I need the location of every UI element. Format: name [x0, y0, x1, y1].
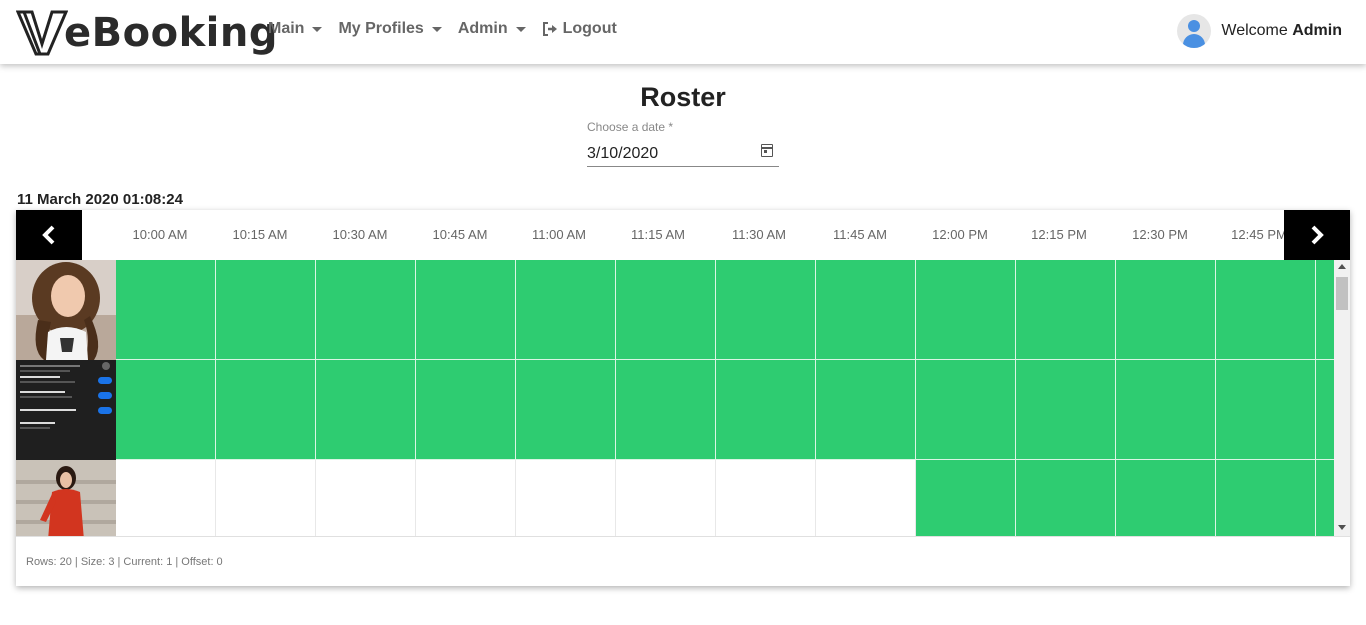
roster-slot[interactable] — [1016, 360, 1116, 460]
roster-slot[interactable] — [116, 460, 216, 536]
top-navbar: eBooking Main My Profiles Admin Logout W… — [0, 0, 1366, 64]
roster-slot[interactable] — [216, 460, 316, 536]
date-input[interactable] — [587, 140, 779, 167]
profile-photo-settings-screenshot[interactable] — [16, 360, 116, 460]
roster-slot[interactable] — [116, 260, 216, 360]
profile-photo-woman-brown-hair[interactable] — [16, 260, 116, 360]
roster-slot[interactable] — [1016, 260, 1116, 360]
pagination-info: Rows: 20 | Size: 3 | Current: 1 | Offset… — [26, 556, 223, 568]
roster-slot[interactable] — [1316, 260, 1334, 360]
chevron-down-icon — [515, 26, 526, 32]
roster-slot[interactable] — [916, 460, 1016, 536]
time-label: 11:15 AM — [631, 227, 685, 242]
nav-logout-label: Logout — [562, 20, 617, 37]
time-label: 12:30 PM — [1132, 227, 1188, 242]
roster-panel: 10:00 AM 10:15 AM 10:30 AM 10:45 AM 11:0… — [16, 210, 1350, 586]
roster-slot[interactable] — [216, 260, 316, 360]
time-label: 10:15 AM — [232, 227, 288, 242]
time-label: 11:30 AM — [732, 227, 786, 242]
user-avatar-icon — [1177, 14, 1212, 48]
roster-slot[interactable] — [916, 360, 1016, 460]
calendar-icon[interactable] — [761, 144, 773, 157]
time-label: 10:30 AM — [332, 227, 388, 242]
time-label: 10:00 AM — [132, 227, 188, 242]
roster-slot[interactable] — [916, 260, 1016, 360]
chevron-down-icon — [431, 26, 442, 32]
roster-row — [16, 360, 1334, 460]
roster-footer: Rows: 20 | Size: 3 | Current: 1 | Offset… — [16, 536, 1350, 586]
current-timestamp: 11 March 2020 01:08:24 — [17, 191, 183, 208]
previous-time-button[interactable] — [16, 210, 82, 260]
time-header: 10:00 AM 10:15 AM 10:30 AM 10:45 AM 11:0… — [16, 210, 1350, 260]
roster-slot[interactable] — [816, 460, 916, 536]
roster-scrollbar[interactable] — [1334, 260, 1350, 536]
roster-slot[interactable] — [716, 260, 816, 360]
date-picker-field: Choose a date * — [587, 120, 779, 168]
time-label: 12:15 PM — [1031, 227, 1087, 242]
scrollbar-thumb[interactable] — [1336, 277, 1348, 310]
nav-admin-label: Admin — [457, 20, 508, 37]
roster-slot[interactable] — [516, 260, 616, 360]
chevron-down-icon — [312, 26, 323, 32]
logout-icon — [542, 22, 557, 36]
date-field-label: Choose a date * — [587, 120, 674, 134]
roster-slot[interactable] — [316, 260, 416, 360]
roster-slot[interactable] — [416, 460, 516, 536]
roster-slot[interactable] — [1216, 260, 1316, 360]
roster-row — [16, 260, 1334, 360]
roster-slot[interactable] — [516, 460, 616, 536]
roster-slot[interactable] — [1316, 460, 1334, 536]
scroll-down-arrow-icon[interactable] — [1338, 525, 1346, 530]
roster-slot[interactable] — [1116, 460, 1216, 536]
roster-slot[interactable] — [416, 260, 516, 360]
roster-slot[interactable] — [216, 360, 316, 460]
brand-v-logo-icon — [16, 10, 68, 56]
page-title: Roster — [640, 82, 726, 112]
welcome-username: Admin — [1292, 22, 1342, 39]
roster-row — [16, 460, 1334, 536]
roster-slot[interactable] — [416, 360, 516, 460]
roster-slot[interactable] — [516, 360, 616, 460]
roster-slot[interactable] — [316, 360, 416, 460]
time-label: 10:45 AM — [432, 227, 488, 242]
welcome-text: Welcome Admin — [1221, 22, 1342, 40]
user-menu[interactable]: Welcome Admin — [1177, 14, 1342, 48]
time-label: 11:00 AM — [532, 227, 586, 242]
roster-slot[interactable] — [816, 360, 916, 460]
chevron-right-icon — [1311, 225, 1324, 245]
roster-slot[interactable] — [116, 360, 216, 460]
scroll-up-arrow-icon[interactable] — [1338, 264, 1346, 269]
nav-logout-link[interactable]: Logout — [542, 20, 617, 38]
roster-slot[interactable] — [1116, 360, 1216, 460]
profile-photo-woman-red-dress[interactable] — [16, 460, 116, 536]
roster-grid — [16, 260, 1334, 536]
time-label: 11:45 AM — [833, 227, 887, 242]
roster-slot[interactable] — [716, 360, 816, 460]
brand-name: eBooking — [64, 10, 278, 56]
roster-slot[interactable] — [316, 460, 416, 536]
nav-main-label: Main — [268, 20, 305, 37]
roster-slot[interactable] — [816, 260, 916, 360]
time-label: 12:00 PM — [932, 227, 988, 242]
chevron-left-icon — [42, 225, 55, 245]
roster-slot[interactable] — [1116, 260, 1216, 360]
main-nav: Main My Profiles Admin Logout — [268, 20, 633, 38]
roster-slot[interactable] — [616, 460, 716, 536]
brand-logo[interactable]: eBooking — [16, 8, 278, 58]
roster-slot[interactable] — [1216, 460, 1316, 536]
roster-slot[interactable] — [616, 260, 716, 360]
nav-my-profiles-label: My Profiles — [338, 20, 424, 37]
nav-admin-menu[interactable]: Admin — [458, 20, 526, 38]
nav-main-menu[interactable]: Main — [268, 20, 323, 38]
welcome-greeting: Welcome — [1221, 22, 1288, 39]
roster-slot[interactable] — [1316, 360, 1334, 460]
roster-slot[interactable] — [716, 460, 816, 536]
roster-slot[interactable] — [616, 360, 716, 460]
roster-slot[interactable] — [1216, 360, 1316, 460]
nav-my-profiles-menu[interactable]: My Profiles — [338, 20, 442, 38]
roster-slot[interactable] — [1016, 460, 1116, 536]
next-time-button[interactable] — [1284, 210, 1350, 260]
